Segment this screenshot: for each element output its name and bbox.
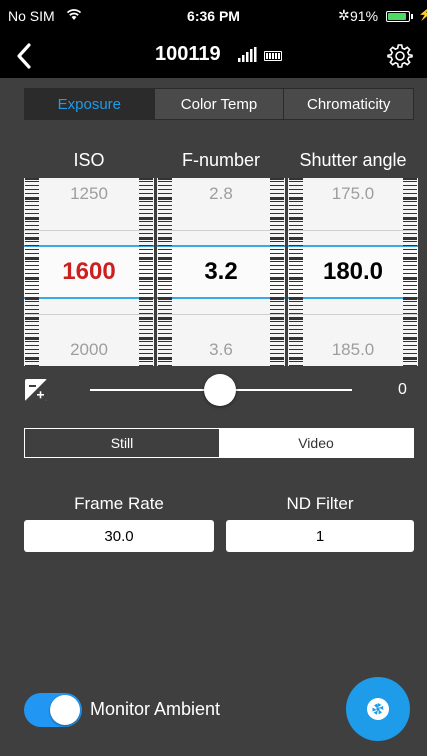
nav-bar: 100119 (0, 34, 427, 78)
tick-major (403, 318, 417, 320)
switch-knob (50, 695, 80, 725)
tick-major (270, 178, 284, 180)
nd-filter-label: ND Filter (286, 494, 354, 513)
battery-cap (411, 14, 413, 19)
divider (157, 314, 285, 315)
tab-exposure[interactable]: Exposure (25, 89, 155, 119)
tick-major (25, 238, 39, 240)
shutter-angle-picker[interactable]: 175.0 180.0 185.0 (288, 178, 418, 366)
tick-major (158, 318, 172, 320)
aperture-icon (367, 698, 389, 720)
status-bar: No SIM 6:36 PM ✲ 91% ⚡ (0, 0, 427, 34)
divider (288, 314, 418, 315)
tick-major (139, 178, 153, 180)
monitor-ambient-label: Monitor Ambient (90, 699, 221, 719)
shutter-angle-header: Shutter angle (299, 150, 407, 170)
f-number-picker[interactable]: 2.8 3.2 3.6 (157, 178, 285, 366)
measure-button[interactable] (346, 677, 410, 741)
picker-headers: ISO F-number Shutter angle (0, 150, 427, 174)
tick-major (403, 298, 417, 300)
tick-major (403, 218, 417, 220)
tick-major (158, 218, 172, 220)
frame-rate-field[interactable]: 30.0 (24, 520, 214, 552)
tick-major (289, 218, 303, 220)
video-option[interactable]: Video (219, 429, 413, 457)
f-number-prev-value: 2.8 (209, 184, 233, 203)
device-title: 100119 (155, 43, 221, 65)
iso-picker[interactable]: 1250 1600 2000 (24, 178, 154, 366)
tick-major (25, 218, 39, 220)
iso-header: ISO (73, 150, 105, 170)
tick-major (403, 238, 417, 240)
divider (24, 314, 154, 315)
tick-major (25, 178, 39, 180)
tick-major (158, 238, 172, 240)
tab-chromaticity[interactable]: Chromaticity (284, 89, 413, 119)
still-option[interactable]: Still (25, 429, 219, 457)
tick-major (289, 238, 303, 240)
monitor-ambient-switch[interactable] (24, 693, 82, 727)
shutter-next-value: 185.0 (331, 340, 375, 359)
tick-major (270, 238, 284, 240)
divider (288, 230, 418, 231)
battery-level-icon (264, 51, 282, 61)
signal-bars-icon (238, 47, 257, 62)
tick-major (139, 318, 153, 320)
tick-major (289, 318, 303, 320)
tick-major (270, 218, 284, 220)
frame-rate-label: Frame Rate (74, 494, 164, 513)
still-video-toggle: Still Video (24, 428, 414, 458)
tick-major (158, 298, 172, 300)
f-number-current-value: 3.2 (204, 258, 238, 285)
battery-percent: 91% (350, 8, 379, 24)
exposure-slider-thumb[interactable] (204, 374, 236, 406)
divider (24, 230, 154, 231)
tick-major (158, 178, 172, 180)
iso-current-value: 1600 (62, 258, 116, 285)
charging-icon: ⚡ (418, 7, 427, 21)
tab-color-temp[interactable]: Color Temp (155, 89, 285, 119)
nd-filter-field[interactable]: 1 (226, 520, 414, 552)
tick-major (139, 238, 153, 240)
back-chevron-icon[interactable] (12, 41, 38, 71)
f-number-next-value: 3.6 (209, 340, 233, 359)
f-number-header: F-number (181, 150, 261, 170)
battery-icon (386, 11, 410, 22)
divider (157, 230, 285, 231)
tick-major (270, 298, 284, 300)
iso-next-value: 2000 (70, 340, 108, 359)
exposure-compensation-icon (25, 379, 47, 401)
iso-prev-value: 1250 (70, 184, 108, 203)
tick-major (289, 178, 303, 180)
tick-major (139, 298, 153, 300)
shutter-current-value: 180.0 (322, 258, 384, 285)
tick-major (25, 318, 39, 320)
mode-tabs: Exposure Color Temp Chromaticity (24, 88, 414, 120)
settings-gear-icon[interactable] (387, 43, 413, 69)
exposure-value: 0 (398, 381, 407, 398)
tick-major (25, 298, 39, 300)
tick-major (270, 318, 284, 320)
bluetooth-icon: ✲ (338, 7, 350, 23)
tick-major (289, 298, 303, 300)
tick-major (139, 218, 153, 220)
shutter-prev-value: 175.0 (331, 184, 375, 203)
tick-major (403, 178, 417, 180)
